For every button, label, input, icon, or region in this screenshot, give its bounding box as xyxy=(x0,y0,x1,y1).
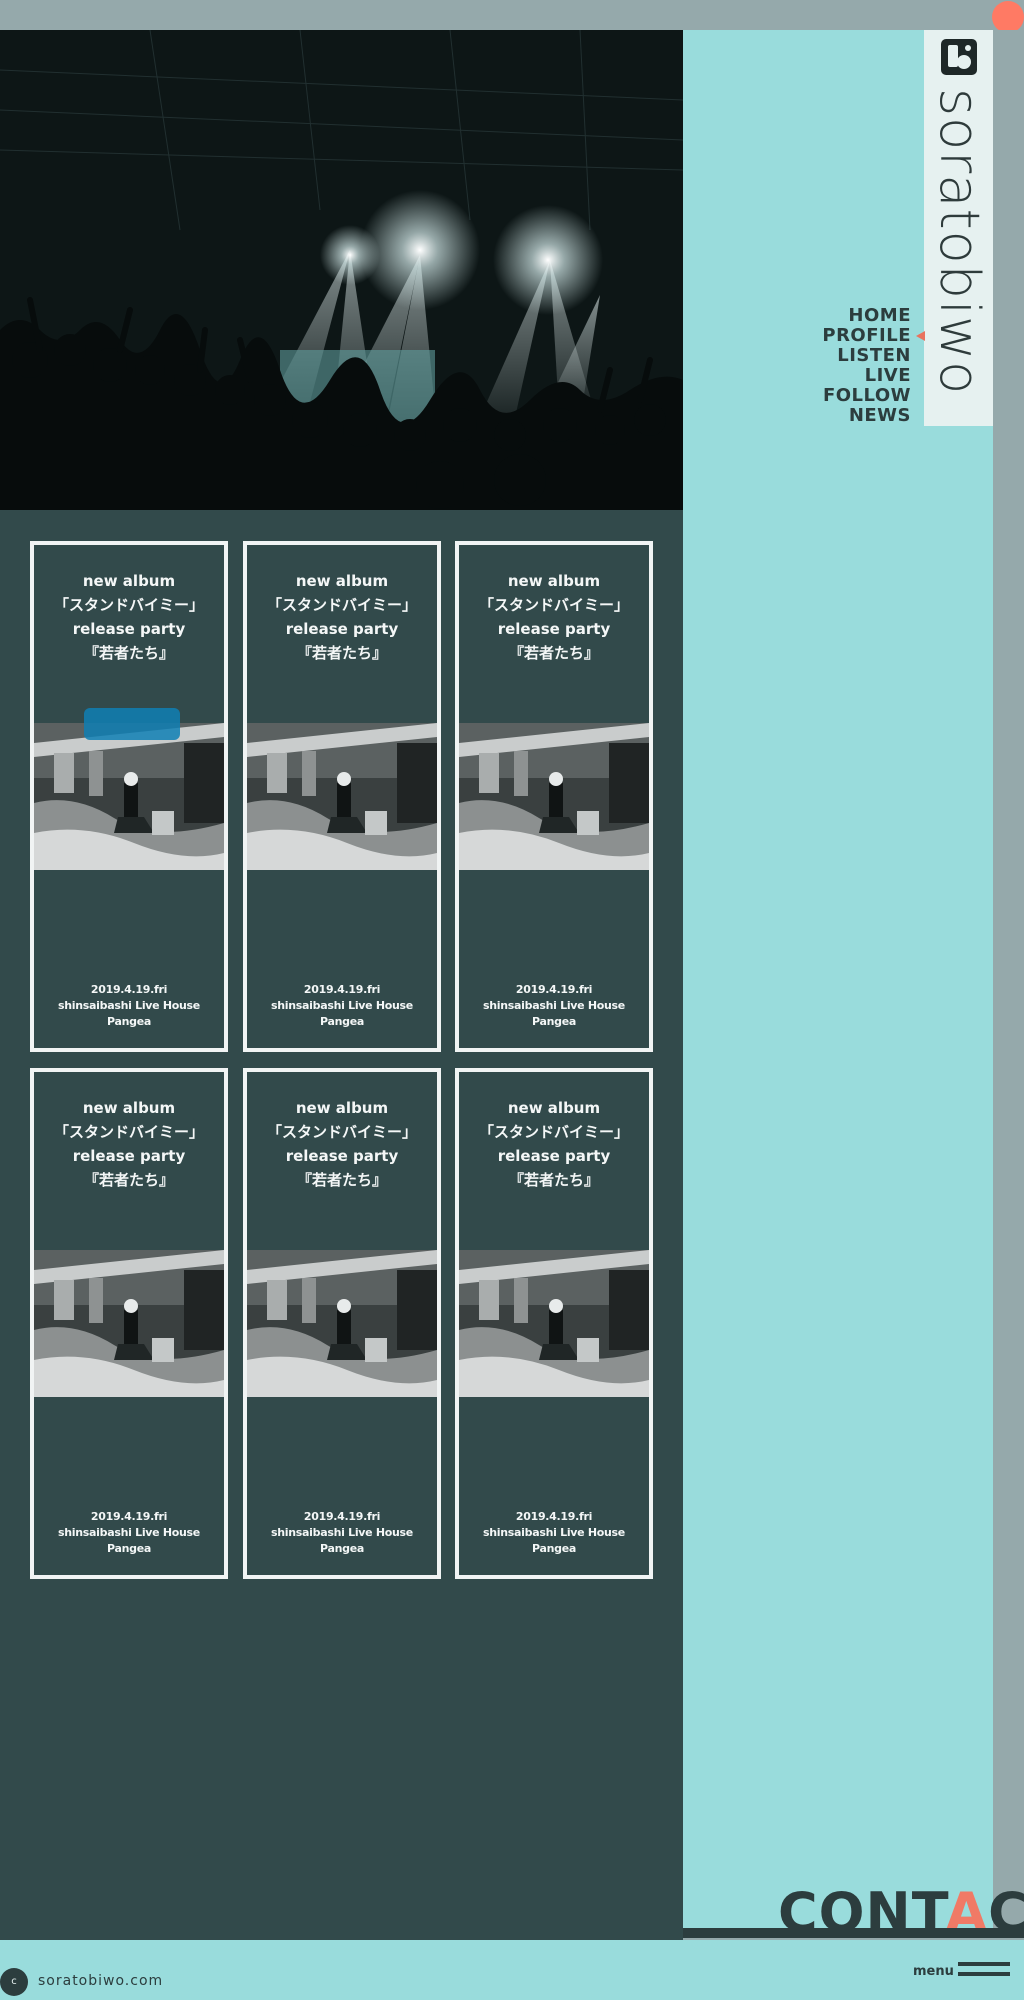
event-info: 2019.4.19.fri shinsaibashi Live House Pang… xyxy=(247,1509,437,1557)
event-card[interactable]: new album 「スタンドバイミー」 release party 『若者たち』 2… xyxy=(243,541,441,1052)
event-venue-line: shinsaibashi Live House xyxy=(58,999,200,1012)
event-title-line: 『若者たち』 xyxy=(296,644,387,662)
main-nav: HOME PROFILE LISTEN LIVE FOLLOW NEWS xyxy=(822,306,925,426)
event-photo xyxy=(34,723,224,870)
event-title: new album 「スタンドバイミー」 release party 『若者たち』 xyxy=(247,569,437,665)
event-date: 2019.4.19.fri xyxy=(515,983,593,996)
event-title: new album 「スタンドバイミー」 release party 『若者たち』 xyxy=(34,569,224,665)
event-title-line: new album xyxy=(507,1099,601,1117)
event-title-line: new album xyxy=(82,572,176,590)
event-info: 2019.4.19.fri shinsaibashi Live House Pang… xyxy=(459,1509,649,1557)
event-venue-line: Pangea xyxy=(320,1015,364,1028)
event-title-line: release party xyxy=(285,620,399,638)
event-title-line: 『若者たち』 xyxy=(296,1171,387,1189)
event-title-line: 『若者たち』 xyxy=(508,644,599,662)
right-strip xyxy=(993,30,1024,1940)
event-venue-line: shinsaibashi Live House xyxy=(483,1526,625,1539)
nav-follow[interactable]: FOLLOW xyxy=(822,386,911,406)
event-title-line: new album xyxy=(295,572,389,590)
event-title-line: 「スタンドバイミー」 xyxy=(53,596,204,614)
event-card[interactable]: new album 「スタンドバイミー」 release party 『若者たち』 2… xyxy=(455,541,653,1052)
event-title: new album 「スタンドバイミー」 release party 『若者たち』 xyxy=(247,1096,437,1192)
footer: c soratobiwo.com menu xyxy=(0,1940,1024,2000)
event-info: 2019.4.19.fri shinsaibashi Live House Pang… xyxy=(34,982,224,1030)
event-venue-line: shinsaibashi Live House xyxy=(271,999,413,1012)
event-venue-line: shinsaibashi Live House xyxy=(271,1526,413,1539)
event-card[interactable]: new album 「スタンドバイミー」 release party 『若者たち』 2… xyxy=(30,541,228,1052)
nav-home[interactable]: HOME xyxy=(822,306,911,326)
event-title-line: 『若者たち』 xyxy=(83,1171,174,1189)
event-date: 2019.4.19.fri xyxy=(303,1510,381,1523)
event-card[interactable]: new album 「スタンドバイミー」 release party 『若者たち』 2… xyxy=(243,1068,441,1579)
hero-image xyxy=(0,30,683,510)
event-photo xyxy=(459,1250,649,1397)
event-date: 2019.4.19.fri xyxy=(303,983,381,996)
active-marker-icon xyxy=(916,331,925,341)
event-title-line: 『若者たち』 xyxy=(83,644,174,662)
event-title-line: release party xyxy=(72,620,186,638)
event-photo xyxy=(34,1250,224,1397)
event-date: 2019.4.19.fri xyxy=(90,1510,168,1523)
event-date: 2019.4.19.fri xyxy=(90,983,168,996)
contact-underline xyxy=(683,1928,1024,1938)
event-card[interactable]: new album 「スタンドバイミー」 release party 『若者たち』 2… xyxy=(30,1068,228,1579)
event-venue-line: shinsaibashi Live House xyxy=(483,999,625,1012)
event-title-line: 「スタンドバイミー」 xyxy=(478,1123,629,1141)
event-title-line: 『若者たち』 xyxy=(508,1171,599,1189)
event-title-line: release party xyxy=(285,1147,399,1165)
event-venue-line: shinsaibashi Live House xyxy=(58,1526,200,1539)
event-title-line: 「スタンドバイミー」 xyxy=(266,1123,417,1141)
event-venue-line: Pangea xyxy=(107,1015,151,1028)
event-title: new album 「スタンドバイミー」 release party 『若者たち』 xyxy=(459,1096,649,1192)
event-info: 2019.4.19.fri shinsaibashi Live House Pang… xyxy=(459,982,649,1030)
event-photo xyxy=(247,723,437,870)
event-venue-line: Pangea xyxy=(532,1015,576,1028)
event-photo xyxy=(247,1250,437,1397)
event-title-line: release party xyxy=(72,1147,186,1165)
logo-wordmark: soratobiwo xyxy=(928,88,991,396)
event-photo xyxy=(459,723,649,870)
event-date: 2019.4.19.fri xyxy=(515,1510,593,1523)
event-card[interactable]: new album 「スタンドバイミー」 release party 『若者たち』 2… xyxy=(455,1068,653,1579)
nav-profile-label: PROFILE xyxy=(822,325,911,346)
event-title: new album 「スタンドバイミー」 release party 『若者たち』 xyxy=(34,1096,224,1192)
footer-domain[interactable]: soratobiwo.com xyxy=(38,1973,163,1989)
event-title-line: release party xyxy=(497,1147,611,1165)
event-title-line: 「スタンドバイミー」 xyxy=(53,1123,204,1141)
logo[interactable]: soratobiwo xyxy=(924,30,993,426)
top-bar xyxy=(0,0,1024,30)
event-info: 2019.4.19.fri shinsaibashi Live House Pang… xyxy=(34,1509,224,1557)
event-title-line: new album xyxy=(295,1099,389,1117)
event-title-line: new album xyxy=(82,1099,176,1117)
nav-listen[interactable]: LISTEN xyxy=(822,346,911,366)
nav-news[interactable]: NEWS xyxy=(822,406,911,426)
event-venue-line: Pangea xyxy=(532,1542,576,1555)
menu-label[interactable]: menu xyxy=(913,1964,954,1979)
event-title-line: 「スタンドバイミー」 xyxy=(478,596,629,614)
hover-highlight xyxy=(84,708,180,740)
event-title-line: release party xyxy=(497,620,611,638)
event-title-line: new album xyxy=(507,572,601,590)
menu-icon[interactable] xyxy=(958,1962,1010,1978)
corner-dot[interactable] xyxy=(992,1,1024,33)
event-venue-line: Pangea xyxy=(320,1542,364,1555)
nav-profile[interactable]: PROFILE xyxy=(822,325,925,346)
event-title: new album 「スタンドバイミー」 release party 『若者たち』 xyxy=(459,569,649,665)
event-title-line: 「スタンドバイミー」 xyxy=(266,596,417,614)
event-venue-line: Pangea xyxy=(107,1542,151,1555)
event-info: 2019.4.19.fri shinsaibashi Live House Pang… xyxy=(247,982,437,1030)
footer-badge[interactable]: c xyxy=(0,1968,28,1996)
logo-icon xyxy=(941,39,977,75)
nav-live[interactable]: LIVE xyxy=(822,366,911,386)
